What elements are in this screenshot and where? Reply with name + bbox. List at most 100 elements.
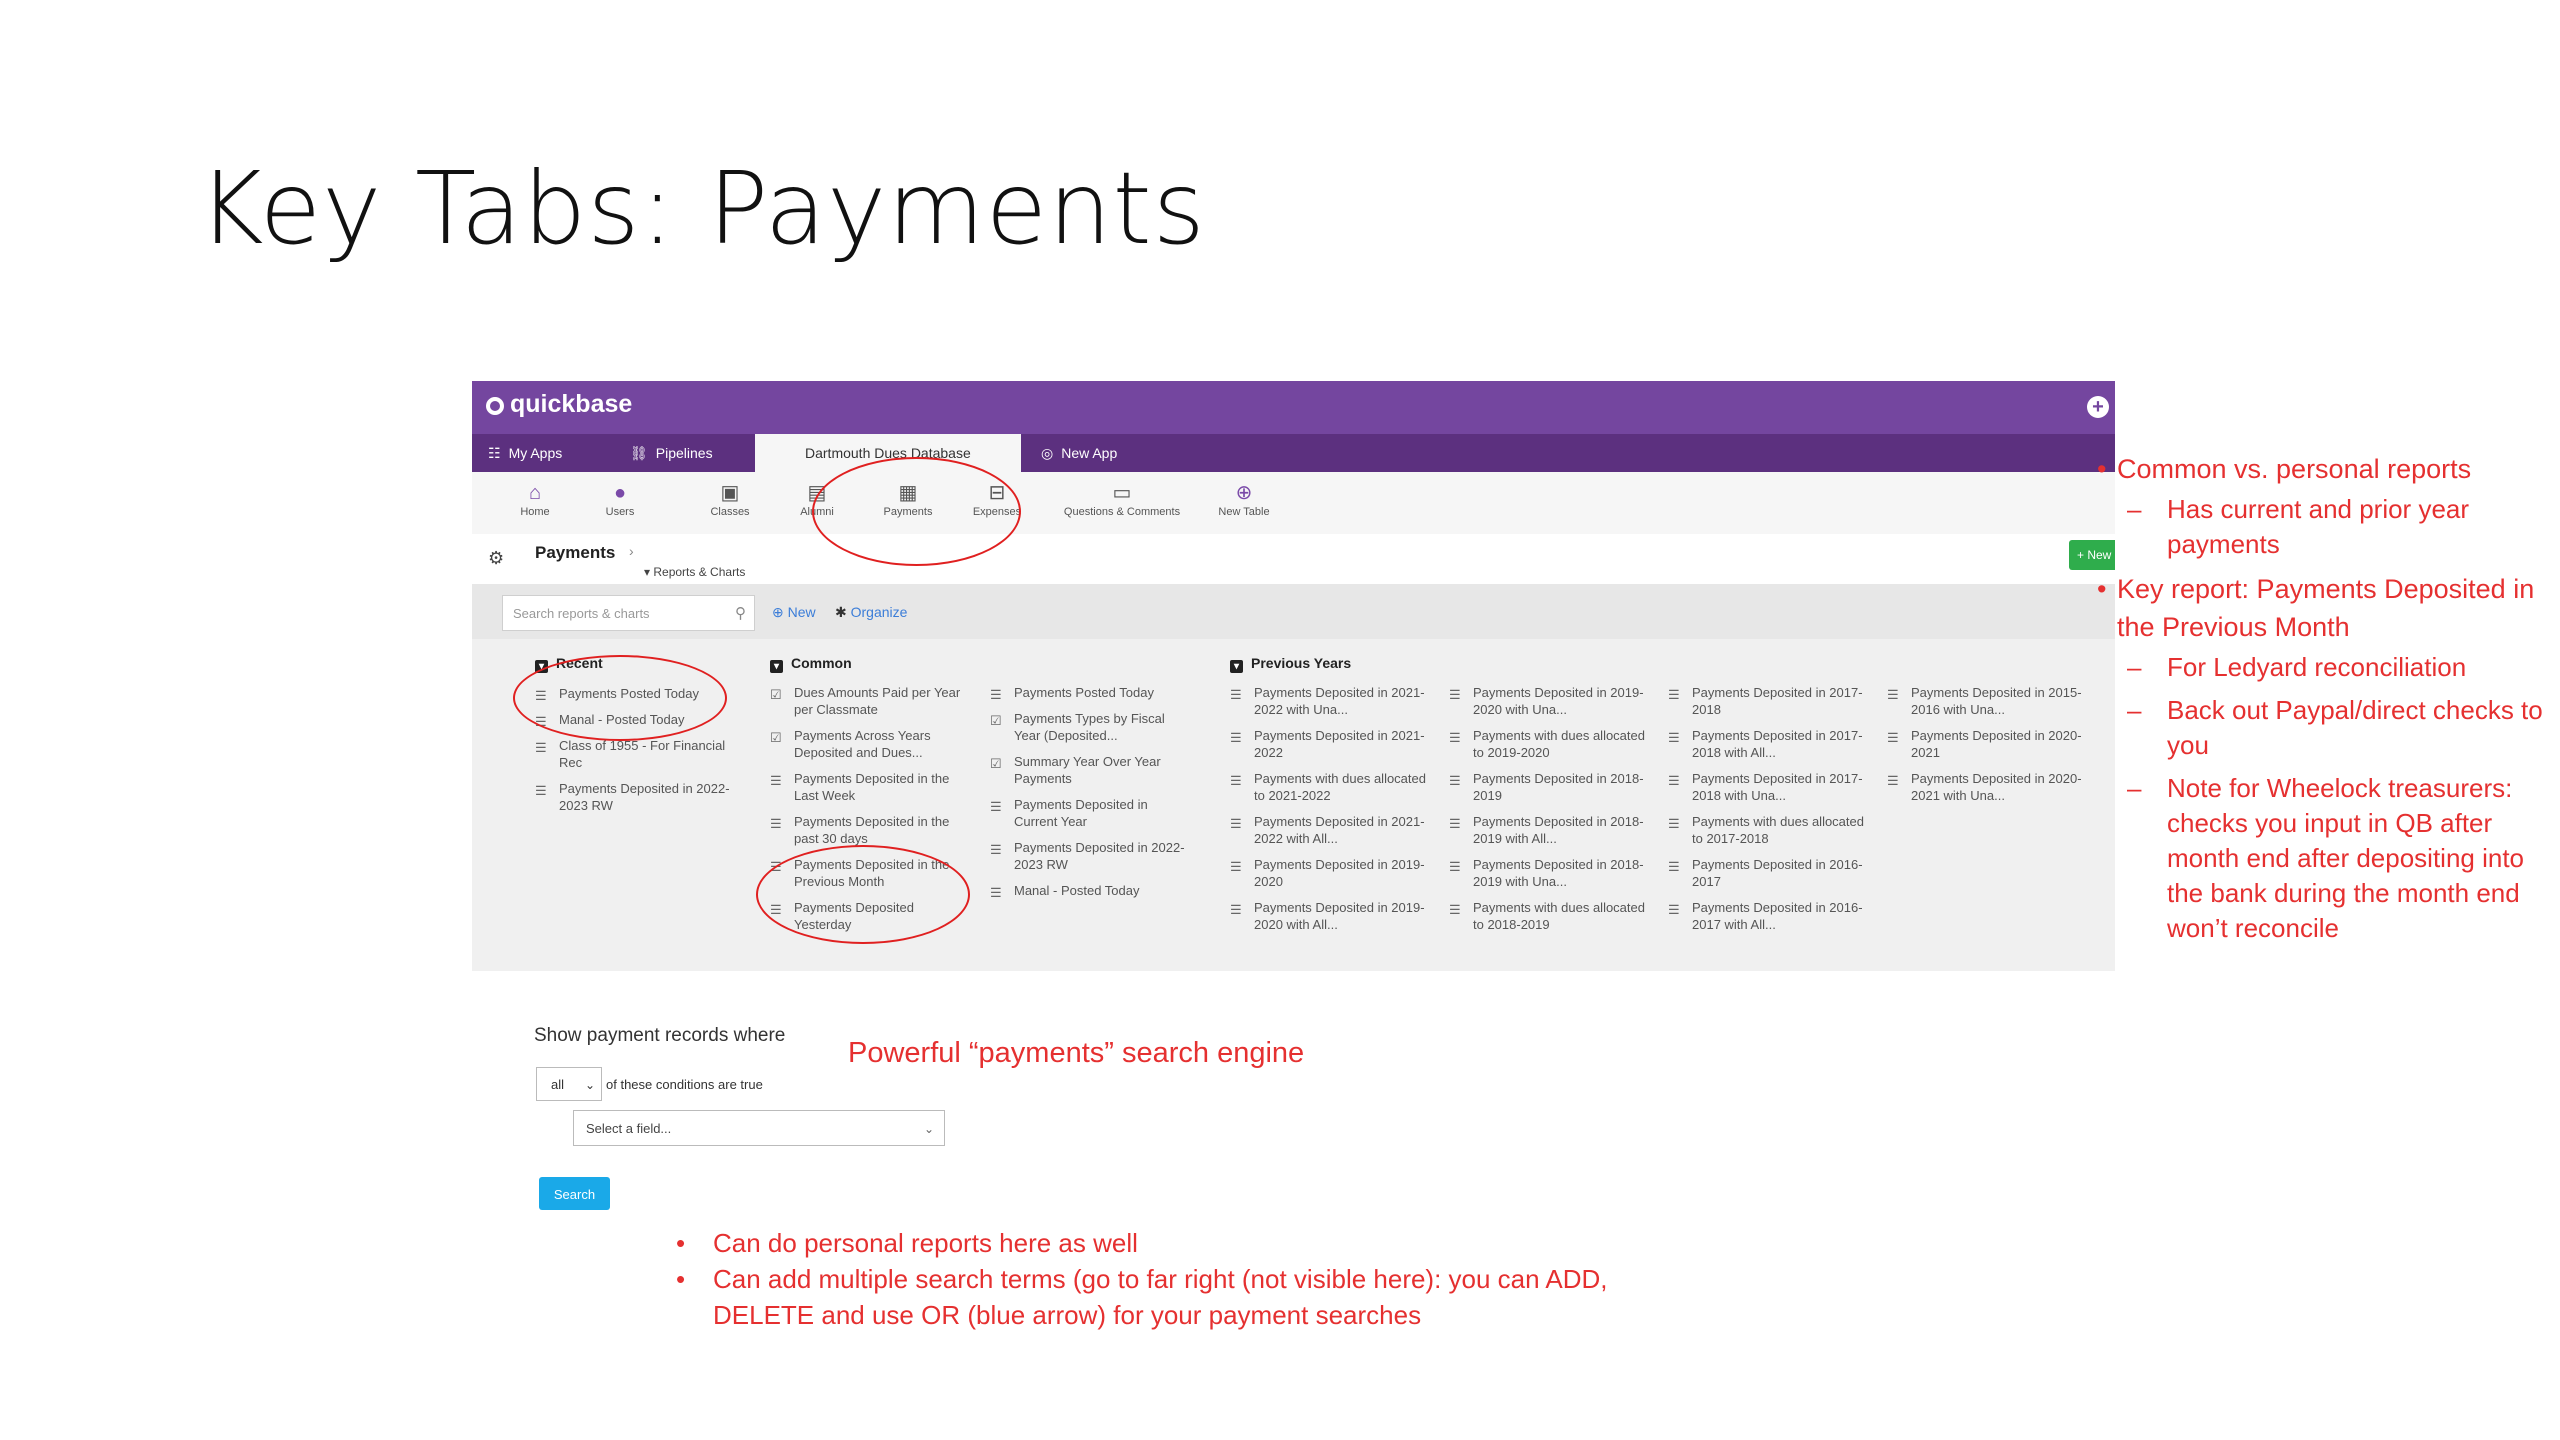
previous-col-4: ☰ Payments Deposited in 2015-2016 with Un… <box>1887 684 2087 813</box>
report-label: Payments Deposited in 2021-2022 with Una… <box>1254 685 1425 717</box>
chevron-right-icon: › <box>629 543 634 559</box>
toolbar-questions-comments[interactable]: ▭ Questions & Comments <box>1052 480 1192 518</box>
previous-years-heading[interactable]: ▾ Previous Years <box>1230 655 2110 673</box>
tab-my-apps-label: My Apps <box>508 445 563 461</box>
report-link[interactable]: ☰ Class of 1955 - For Financial Rec <box>535 737 739 771</box>
previous-col-3: ☰ Payments Deposited in 2017-2018 ☰ Paymen… <box>1668 684 1868 942</box>
note-item: • Common vs. personal reports <box>2097 450 2557 488</box>
report-link[interactable]: ☑ Summary Year Over Year Payments <box>990 753 1194 787</box>
report-link[interactable]: ☰ Payments Deposited in 2021-2022 with Un… <box>1230 684 1434 718</box>
report-link[interactable]: ☰ Payments Deposited in 2017-2018 <box>1668 684 1872 718</box>
add-icon: ⊕ <box>772 604 784 620</box>
report-link[interactable]: ☰ Payments Deposited in 2016-2017 <box>1668 856 1872 890</box>
search-button[interactable]: Search <box>539 1177 610 1210</box>
summary-report-icon: ☑ <box>770 687 782 702</box>
note-subitem: – Note for Wheelock treasurers: checks yo… <box>2097 771 2557 946</box>
quickbase-screenshot: quickbase + ☷ My Apps ⛓ Pipelines Dartmout… <box>472 381 2115 971</box>
tab-my-apps[interactable]: ☷ My Apps <box>488 434 562 472</box>
toolbar-new-table[interactable]: ⊕ New Table <box>1199 480 1289 518</box>
match-select[interactable]: all ⌄ <box>536 1067 602 1101</box>
report-link[interactable]: ☰ Payments Deposited in 2018-2019 <box>1449 770 1653 804</box>
previous-col-1: ☰ Payments Deposited in 2021-2022 with Un… <box>1230 684 1430 942</box>
gear-icon[interactable]: ⚙ <box>488 548 504 569</box>
note-subitem: – Has current and prior year payments <box>2097 492 2557 562</box>
report-link[interactable]: ☰ Payments Deposited in 2017-2018 with Un… <box>1668 770 1872 804</box>
report-link[interactable]: ☰ Payments with dues allocated to 2018-20… <box>1449 899 1653 933</box>
tab-new-app[interactable]: ◎ New App <box>1041 434 1117 472</box>
report-link[interactable]: ☰ Payments Deposited in 2018-2019 with Al… <box>1449 813 1653 847</box>
toolbar-home[interactable]: ⌂ Home <box>490 480 580 518</box>
report-link[interactable]: ☰ Payments Deposited in 2020-2021 with Un… <box>1887 770 2091 804</box>
report-label: Manal - Posted Today <box>1014 883 1140 898</box>
previous-years-heading-label: Previous Years <box>1251 655 1352 671</box>
organize-link[interactable]: ✱ Organize <box>835 604 907 621</box>
table-report-icon: ☰ <box>1668 816 1680 831</box>
bullet-icon: • <box>2097 574 2107 604</box>
app-logo[interactable]: quickbase <box>486 390 632 419</box>
toolbar-classes-label: Classes <box>710 506 750 518</box>
annotation-circle-payments-tab <box>812 457 1021 566</box>
report-link[interactable]: ☰ Payments Deposited in the Last Week <box>770 770 974 804</box>
collapse-icon: ▾ <box>770 660 783 673</box>
report-link[interactable]: ☰ Payments Deposited in 2019-2020 <box>1230 856 1434 890</box>
report-label: Payments Deposited in 2020-2021 with Una… <box>1911 771 2082 803</box>
chevron-down-icon: ⌄ <box>584 1078 595 1092</box>
report-label: Payments with dues allocated to 2017-201… <box>1692 814 1864 846</box>
report-label: Payments Deposited in 2021-2022 with All… <box>1254 814 1425 846</box>
common-heading[interactable]: ▾ Common <box>770 655 1190 673</box>
report-link[interactable]: ☰ Payments Deposited in 2019-2020 with Al… <box>1230 899 1434 933</box>
tab-new-app-label: New App <box>1061 445 1118 461</box>
report-link[interactable]: ☰ Payments with dues allocated to 2017-20… <box>1668 813 1872 847</box>
report-link[interactable]: ☑ Payments Across Years Deposited and Due… <box>770 727 974 761</box>
common-column: ▾ Common ☑ Dues Amounts Paid per Year per … <box>770 655 1190 932</box>
note-text: Common vs. personal reports <box>2117 454 2472 484</box>
table-report-icon: ☰ <box>1449 687 1461 702</box>
report-link[interactable]: ☰ Payments Deposited in 2020-2021 <box>1887 727 2091 761</box>
summary-report-icon: ☑ <box>990 756 1002 771</box>
report-link[interactable]: ☰ Payments Deposited in 2019-2020 with Un… <box>1449 684 1653 718</box>
report-label: Payments Deposited in 2021-2022 <box>1254 728 1425 760</box>
report-label: Payments Posted Today <box>1014 685 1154 700</box>
report-link[interactable]: ☰ Payments with dues allocated to 2019-20… <box>1449 727 1653 761</box>
new-report-link[interactable]: ⊕ New <box>772 604 816 621</box>
report-label: Payments Deposited in 2019-2020 <box>1254 857 1425 889</box>
report-link[interactable]: ☰ Payments Deposited in 2022-2023 RW <box>535 780 739 814</box>
report-link[interactable]: ☰ Payments Posted Today <box>990 684 1194 702</box>
table-report-icon: ☰ <box>1230 902 1242 917</box>
report-link[interactable]: ☰ Payments Deposited in Current Year <box>990 796 1194 830</box>
report-link[interactable]: ☑ Dues Amounts Paid per Year per Classmat… <box>770 684 974 718</box>
toolbar-classes[interactable]: ▣ Classes <box>685 480 775 518</box>
report-link[interactable]: ☰ Payments with dues allocated to 2021-20… <box>1230 770 1434 804</box>
field-select[interactable]: Select a field... ⌄ <box>573 1110 945 1146</box>
home-icon: ⌂ <box>528 482 542 504</box>
report-link[interactable]: ☰ Payments Deposited in 2018-2019 with Un… <box>1449 856 1653 890</box>
report-label: Payments Deposited in 2018-2019 with Una… <box>1473 857 1644 889</box>
annotation-notes: • Common vs. personal reports – Has curren… <box>2097 450 2557 954</box>
report-link[interactable]: ☑ Payments Types by Fiscal Year (Deposite… <box>990 710 1194 744</box>
collapse-icon: ▾ <box>1230 660 1243 673</box>
note-subitem: – For Ledyard reconciliation <box>2097 650 2557 685</box>
new-app-icon: ◎ <box>1041 445 1054 461</box>
table-report-icon: ☰ <box>1449 902 1461 917</box>
toolbar-users[interactable]: ● Users <box>575 480 665 518</box>
report-link[interactable]: ☰ Payments Deposited in 2021-2022 <box>1230 727 1434 761</box>
report-link[interactable]: ☰ Payments Deposited in 2016-2017 with Al… <box>1668 899 1872 933</box>
report-link[interactable]: ☰ Manal - Posted Today <box>990 882 1194 900</box>
reports-charts-dropdown[interactable]: ▾ Reports & Charts <box>644 565 745 579</box>
bottom-note-item: • Can do personal reports here as well <box>676 1225 1676 1261</box>
previous-col-2: ☰ Payments Deposited in 2019-2020 with Un… <box>1449 684 1649 942</box>
note-text: Back out Paypal/direct checks to you <box>2167 695 2543 760</box>
report-link[interactable]: ☰ Payments Deposited in 2015-2016 with Un… <box>1887 684 2091 718</box>
tab-pipelines[interactable]: ⛓ Pipelines <box>630 434 713 472</box>
report-link[interactable]: ☰ Payments Deposited in the past 30 days <box>770 813 974 847</box>
report-link[interactable]: ☰ Payments Deposited in 2017-2018 with Al… <box>1668 727 1872 761</box>
plus-circle-icon[interactable]: + <box>2087 396 2109 418</box>
reports-search-row: Search reports & charts ⚲ ⊕ New ✱ Organiz… <box>472 584 2115 639</box>
table-report-icon: ☰ <box>1449 816 1461 831</box>
table-report-icon: ☰ <box>770 773 782 788</box>
dash-icon: – <box>2127 773 2142 803</box>
report-link[interactable]: ☰ Payments Deposited in 2021-2022 with Al… <box>1230 813 1434 847</box>
search-reports-input[interactable]: Search reports & charts ⚲ <box>502 595 755 631</box>
page-title: Payments <box>535 543 616 562</box>
report-link[interactable]: ☰ Payments Deposited in 2022-2023 RW <box>990 839 1194 873</box>
